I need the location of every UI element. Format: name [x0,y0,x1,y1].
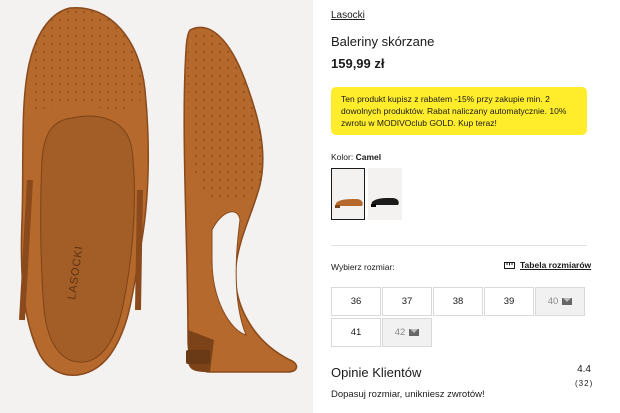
size-option-40[interactable]: 40 [535,287,585,316]
size-option-42[interactable]: 42 [382,318,432,347]
brand-link[interactable]: Lasocki [331,10,365,21]
product-image[interactable]: LASOCKI [0,0,313,413]
promo-text: Ten produkt kupisz z rabatem -15% przy z… [341,94,567,128]
product-title: Baleriny skórzane [331,34,435,49]
reviews-title: Opinie Klientów [331,365,422,380]
size-option-38[interactable]: 38 [433,287,483,316]
rating-value: 4.4 [577,364,591,375]
size-label-41: 41 [350,327,362,338]
size-option-36[interactable]: 36 [331,287,381,316]
camel-shoe-thumbnail [335,199,363,208]
rating-count: (32) [575,379,594,388]
swatch-black[interactable] [368,168,402,220]
size-label-38: 38 [452,296,464,307]
product-info-panel: Lasocki Baleriny skórzane 159,99 zł Ten … [331,0,620,413]
color-label-prefix: Kolor: [331,152,354,162]
ruler-icon [504,261,515,269]
color-label: Kolor: Camel [331,152,381,162]
mail-notify-icon [409,329,420,336]
promo-banner: Ten produkt kupisz z rabatem -15% przy z… [331,87,587,135]
mail-notify-icon [562,298,573,305]
size-table-link[interactable]: Tabela rozmiarów [504,260,591,270]
size-option-39[interactable]: 39 [484,287,534,316]
shoe-top-view: LASOCKI [19,7,150,376]
color-value: Camel [355,152,382,162]
size-label-36: 36 [350,296,362,307]
black-shoe-thumbnail [371,198,399,207]
size-option-37[interactable]: 37 [382,287,432,316]
shoe-side-view [183,26,298,373]
reviews-subtitle: Dopasuj rozmiar, unikniesz zwrotów! [331,389,485,400]
shoe-illustration: LASOCKI [19,7,298,376]
size-option-41[interactable]: 41 [331,318,381,347]
product-price: 159,99 zł [331,56,385,71]
swatch-camel[interactable] [331,168,365,220]
size-table-label: Tabela rozmiarów [520,260,592,270]
size-label-42: 42 [394,327,406,338]
section-divider [331,245,587,246]
size-label-39: 39 [503,296,515,307]
size-label-37: 37 [401,296,413,307]
size-label-40: 40 [547,296,559,307]
size-label: Wybierz rozmiar: [331,262,395,272]
